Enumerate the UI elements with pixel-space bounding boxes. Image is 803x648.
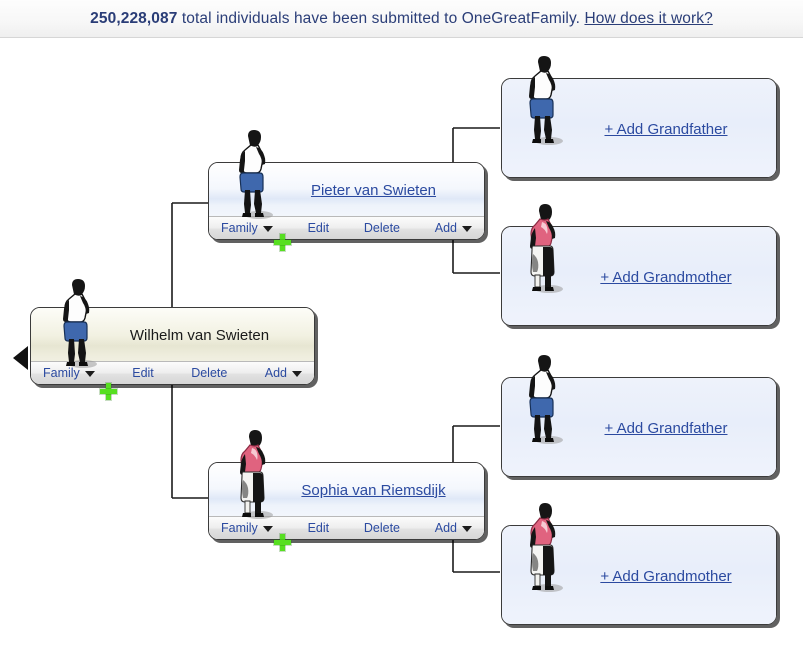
add-relative-plus-icon-focus[interactable]: [100, 383, 117, 400]
edit-button-father[interactable]: Edit: [308, 221, 330, 235]
person-name-focus: Wilhelm van Swieten: [129, 327, 270, 344]
add-menu-button-mother[interactable]: Add: [435, 521, 472, 535]
card-body: + Add Grandmother: [502, 526, 776, 624]
card-surface: Sophia van Riemsdijk Family Edit Delete …: [209, 463, 484, 539]
add-grandfather-link-maternal[interactable]: + Add Grandfather: [502, 420, 776, 437]
family-tree-canvas: Wilhelm van Swieten Family Edit Delete A…: [0, 38, 803, 648]
person-card-father[interactable]: Pieter van Swieten Family Edit Delete Ad…: [208, 162, 485, 240]
card-surface: + Add Grandmother: [502, 526, 776, 624]
add-grandmother-link-maternal[interactable]: + Add Grandmother: [502, 568, 776, 585]
person-card-paternal-grandmother[interactable]: + Add Grandmother: [501, 226, 777, 326]
card-surface: Pieter van Swieten Family Edit Delete Ad…: [209, 163, 484, 239]
chevron-down-icon: [462, 226, 472, 232]
chevron-down-icon: [462, 526, 472, 532]
card-body: Pieter van Swieten: [209, 163, 484, 218]
delete-button-mother[interactable]: Delete: [364, 521, 400, 535]
stats-sentence: total individuals have been submitted to…: [177, 9, 585, 27]
edit-button-focus[interactable]: Edit: [132, 366, 154, 380]
card-body: + Add Grandfather: [502, 378, 776, 476]
person-card-focus[interactable]: Wilhelm van Swieten Family Edit Delete A…: [30, 307, 315, 385]
add-menu-button-focus[interactable]: Add: [264, 366, 303, 380]
card-toolbar-focus: Family Edit Delete Add: [31, 361, 314, 384]
family-menu-label: Family: [43, 366, 80, 380]
card-body: + Add Grandfather: [502, 79, 776, 177]
chevron-down-icon: [262, 526, 273, 532]
chevron-down-icon: [262, 226, 273, 232]
add-grandfather-link-paternal[interactable]: + Add Grandfather: [502, 121, 776, 138]
delete-button-father[interactable]: Delete: [364, 221, 400, 235]
site-stats-banner: 250,228,087 total individuals have been …: [0, 0, 803, 38]
card-surface: + Add Grandfather: [502, 378, 776, 476]
add-menu-label: Add: [264, 366, 288, 380]
edit-button-mother[interactable]: Edit: [308, 521, 330, 535]
card-body: Wilhelm van Swieten: [31, 308, 314, 363]
family-menu-label: Family: [221, 521, 258, 535]
card-toolbar-father: Family Edit Delete Add: [209, 216, 484, 239]
person-card-mother[interactable]: Sophia van Riemsdijk Family Edit Delete …: [208, 462, 485, 540]
chevron-down-icon: [84, 371, 95, 377]
stats-text: 250,228,087 total individuals have been …: [90, 10, 713, 28]
add-grandmother-link-paternal[interactable]: + Add Grandmother: [502, 269, 776, 286]
person-card-maternal-grandmother[interactable]: + Add Grandmother: [501, 525, 777, 625]
chevron-down-icon: [292, 371, 303, 377]
card-body: + Add Grandmother: [502, 227, 776, 325]
card-surface: Wilhelm van Swieten Family Edit Delete A…: [31, 308, 314, 384]
family-menu-button-mother[interactable]: Family: [221, 521, 273, 535]
previous-generation-arrow[interactable]: [13, 346, 28, 370]
person-card-paternal-grandfather[interactable]: + Add Grandfather: [501, 78, 777, 178]
add-menu-label: Add: [434, 221, 457, 235]
person-name-father[interactable]: Pieter van Swieten: [209, 182, 484, 199]
person-card-maternal-grandfather[interactable]: + Add Grandfather: [501, 377, 777, 477]
add-relative-plus-icon-mother[interactable]: [274, 534, 291, 551]
family-menu-label: Family: [221, 221, 258, 235]
how-does-it-work-link[interactable]: How does it work?: [584, 10, 712, 27]
add-relative-plus-icon-father[interactable]: [274, 234, 291, 251]
add-menu-label: Add: [434, 521, 457, 535]
card-toolbar-mother: Family Edit Delete Add: [209, 516, 484, 539]
add-menu-button-father[interactable]: Add: [435, 221, 472, 235]
individual-count: 250,228,087: [90, 9, 178, 27]
family-menu-button-father[interactable]: Family: [221, 221, 273, 235]
family-menu-button-focus[interactable]: Family: [43, 366, 95, 380]
card-surface: + Add Grandfather: [502, 79, 776, 177]
delete-button-focus[interactable]: Delete: [191, 366, 227, 380]
card-surface: + Add Grandmother: [502, 227, 776, 325]
person-name-mother[interactable]: Sophia van Riemsdijk: [209, 482, 484, 499]
card-body: Sophia van Riemsdijk: [209, 463, 484, 518]
